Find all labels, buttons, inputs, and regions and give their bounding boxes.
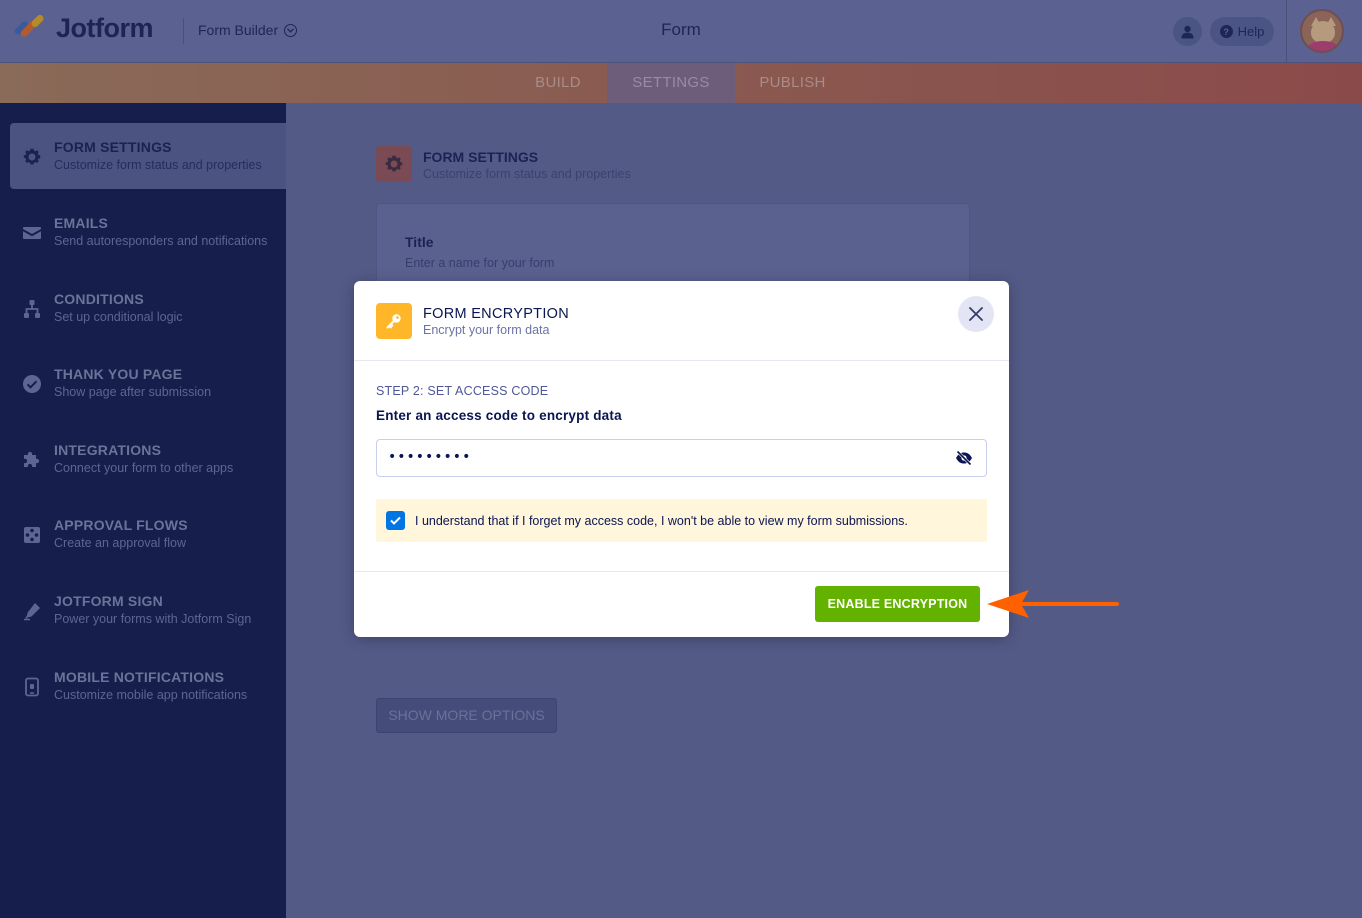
form-encryption-dialog: FORM ENCRYPTION Encrypt your form data S… [354, 281, 1009, 637]
sidebar-item-subtitle: Send autoresponders and notifications [54, 234, 268, 248]
tab-bar: BUILD SETTINGS PUBLISH [0, 63, 1362, 103]
sidebar-item-subtitle: Show page after submission [54, 385, 212, 399]
settings-sidebar: FORM SETTINGS Customize form status and … [0, 103, 286, 918]
sidebar-item-title: APPROVAL FLOWS [54, 517, 188, 533]
question-icon: ? [1219, 25, 1233, 38]
access-code-prompt: Enter an access code to encrypt data [376, 408, 622, 423]
access-code-input[interactable]: ••••••••• [376, 439, 987, 477]
access-code-value: ••••••••• [388, 449, 472, 465]
sidebar-item-subtitle: Power your forms with Jotform Sign [54, 612, 252, 626]
header-divider-right [1286, 0, 1287, 63]
sidebar-item-conditions[interactable]: CONDITIONS Set up conditional logic [10, 275, 286, 341]
sidebar-item-thank-you-page[interactable]: THANK YOU PAGE Show page after submissio… [10, 350, 286, 416]
approval-flow-icon [24, 527, 40, 543]
sidebar-item-title: FORM SETTINGS [54, 139, 172, 155]
tab-settings[interactable]: SETTINGS [607, 63, 735, 103]
key-icon [376, 303, 412, 339]
close-icon [969, 307, 983, 321]
annotation-arrow-icon [987, 590, 1119, 618]
enable-encryption-button[interactable]: ENABLE ENCRYPTION [815, 586, 980, 622]
sidebar-item-title: MOBILE NOTIFICATIONS [54, 669, 225, 685]
chevron-down-icon [284, 23, 298, 37]
checkmark-icon [390, 516, 401, 525]
title-field-label: Title [405, 234, 434, 250]
acknowledge-notice: I understand that if I forget my access … [376, 499, 987, 542]
sidebar-item-integrations[interactable]: INTEGRATIONS Connect your form to other … [10, 426, 286, 492]
sidebar-item-title: CONDITIONS [54, 291, 144, 307]
sidebar-item-approval-flows[interactable]: APPROVAL FLOWS Create an approval flow [10, 501, 286, 567]
help-button[interactable]: ? Help [1210, 17, 1274, 46]
dialog-header: FORM ENCRYPTION Encrypt your form data [354, 281, 1009, 361]
help-label: Help [1237, 24, 1265, 39]
header-divider [183, 18, 184, 44]
sidebar-item-jotform-sign[interactable]: JOTFORM SIGN Power your forms with Jotfo… [10, 577, 286, 643]
top-bar: Jotform Form Builder Form ? Help [0, 0, 1362, 63]
account-button[interactable] [1173, 17, 1202, 46]
sidebar-item-subtitle: Connect your form to other apps [54, 461, 234, 475]
sidebar-item-subtitle: Customize form status and properties [54, 158, 262, 172]
dialog-title: FORM ENCRYPTION [423, 306, 570, 322]
section-title: FORM SETTINGS [423, 149, 539, 165]
sidebar-item-title: JOTFORM SIGN [54, 593, 163, 609]
user-icon [1181, 25, 1194, 38]
acknowledge-checkbox[interactable] [386, 511, 405, 530]
section-subtitle: Customize form status and properties [423, 167, 631, 181]
close-button[interactable] [958, 296, 994, 332]
check-circle-icon [23, 375, 41, 393]
acknowledge-text: I understand that if I forget my access … [415, 514, 908, 528]
tab-publish[interactable]: PUBLISH [735, 63, 850, 103]
form-settings-gear-icon [376, 146, 412, 182]
mobile-icon [25, 677, 39, 697]
dialog-footer-divider [354, 571, 1009, 572]
avatar[interactable] [1300, 9, 1344, 53]
eye-slash-icon[interactable] [955, 450, 973, 466]
show-more-options-button[interactable]: SHOW MORE OPTIONS [376, 698, 557, 733]
title-setting-card: Title Enter a name for your form [376, 203, 970, 283]
step-label: STEP 2: SET ACCESS CODE [376, 384, 549, 398]
sidebar-item-title: THANK YOU PAGE [54, 366, 183, 382]
sidebar-item-emails[interactable]: EMAILS Send autoresponders and notificat… [10, 199, 286, 265]
sidebar-item-form-settings[interactable]: FORM SETTINGS Customize form status and … [10, 123, 286, 189]
title-field-hint: Enter a name for your form [405, 256, 555, 270]
form-builder-dropdown[interactable]: Form Builder [198, 22, 298, 38]
tab-build[interactable]: BUILD [509, 63, 607, 103]
sidebar-item-mobile-notifications[interactable]: MOBILE NOTIFICATIONS Customize mobile ap… [10, 653, 286, 719]
envelope-icon [23, 227, 41, 239]
sidebar-item-title: INTEGRATIONS [54, 442, 162, 458]
gear-icon [23, 148, 41, 165]
sidebar-item-subtitle: Customize mobile app notifications [54, 688, 248, 702]
dialog-subtitle: Encrypt your form data [423, 323, 550, 337]
jotform-logo-icon [13, 13, 45, 44]
sidebar-item-subtitle: Create an approval flow [54, 536, 187, 550]
puzzle-icon [24, 451, 40, 467]
brand-name: Jotform [56, 13, 154, 43]
sitemap-icon [24, 300, 40, 318]
sidebar-item-subtitle: Set up conditional logic [54, 310, 183, 324]
pen-icon [24, 603, 40, 621]
form-builder-label: Form Builder [198, 22, 279, 38]
jotform-logo[interactable]: Jotform [13, 13, 154, 44]
sidebar-item-title: EMAILS [54, 215, 109, 231]
